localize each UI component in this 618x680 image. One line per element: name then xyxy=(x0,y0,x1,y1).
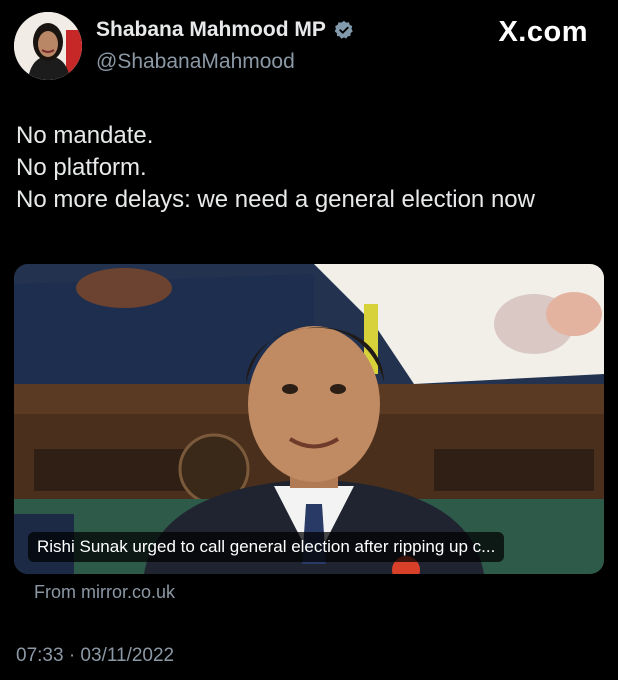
tweet-text: No mandate. No platform. No more delays:… xyxy=(16,120,535,216)
tweet-timestamp[interactable]: 07:33 · 03/11/2022 xyxy=(16,645,174,667)
tweet-line: No more delays: we need a general electi… xyxy=(16,186,535,213)
author-avatar[interactable] xyxy=(14,12,82,80)
link-card[interactable]: Rishi Sunak urged to call general electi… xyxy=(14,264,604,574)
link-card-caption: Rishi Sunak urged to call general electi… xyxy=(28,532,505,562)
verified-badge-icon xyxy=(334,20,353,39)
author-handle[interactable]: @ShabanaMahmood xyxy=(96,50,295,74)
link-source[interactable]: From mirror.co.uk xyxy=(34,582,175,603)
tweet-line: No mandate. xyxy=(16,122,154,149)
avatar-photo xyxy=(14,12,82,80)
author-name[interactable]: Shabana Mahmood MP xyxy=(96,18,326,42)
brand-label: X.com xyxy=(498,16,588,48)
tweet-line: No platform. xyxy=(16,154,147,181)
news-photo xyxy=(14,264,604,574)
